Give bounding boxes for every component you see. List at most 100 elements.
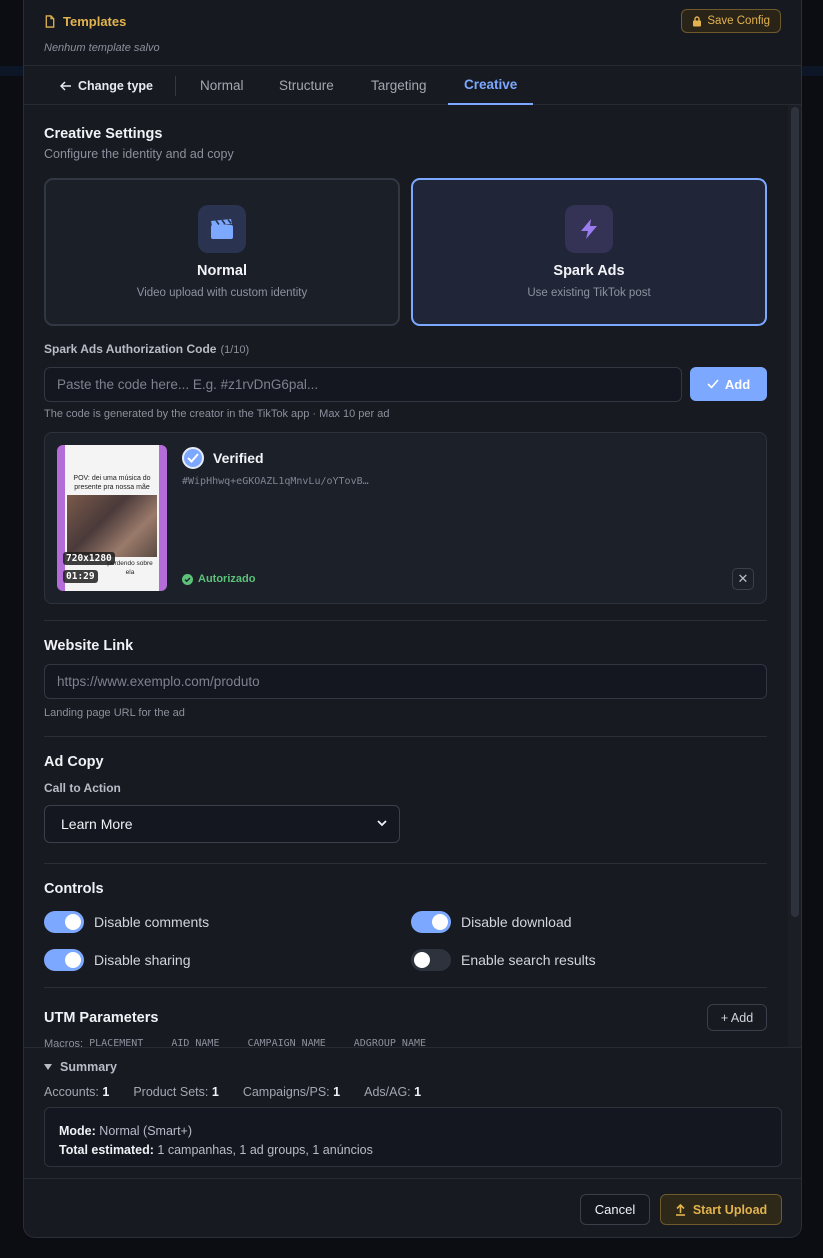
post-thumbnail: POV: dei uma música do presente pra noss… — [57, 445, 167, 591]
controls-title: Controls — [44, 881, 104, 897]
normal-option-name: Normal — [197, 263, 247, 279]
templates-title-label: Templates — [63, 14, 127, 29]
summary-details: Mode: Normal (Smart+) Total estimated: 1… — [44, 1107, 782, 1167]
close-icon: ✕ — [737, 571, 749, 586]
tab-targeting[interactable]: Targeting — [371, 66, 427, 105]
toggle-switch[interactable] — [44, 949, 84, 971]
summary-panel: Summary Accounts: 1 Product Sets: 1 Camp… — [24, 1047, 801, 1178]
change-type-button[interactable]: Change type — [60, 66, 153, 105]
lock-icon — [693, 15, 702, 26]
video-resolution: 720x1280 — [63, 552, 115, 565]
summary-title: Summary — [60, 1060, 117, 1074]
utm-macros: Macros: PLACEMENT AID_NAME CAMPAIGN_NAME… — [44, 1038, 454, 1047]
tab-creative[interactable]: Creative — [448, 66, 534, 105]
authorized-label: Autorizado — [198, 573, 256, 585]
creative-content: Creative Settings Configure the identity… — [24, 105, 801, 1047]
start-upload-button[interactable]: Start Upload — [660, 1194, 782, 1225]
control-label: Enable search results — [461, 952, 596, 968]
check-circle-icon — [182, 573, 193, 585]
tab-normal[interactable]: Normal — [200, 66, 244, 105]
spark-code-label-text: Spark Ads Authorization Code — [44, 342, 217, 356]
control-enable-search-results[interactable]: Enable search results — [411, 949, 596, 971]
cta-select[interactable]: Learn More — [44, 805, 400, 843]
section-divider — [44, 620, 767, 621]
macros-label: Macros: — [44, 1038, 84, 1047]
upload-modal: Templates Nenhum template salvo Save Con… — [23, 0, 802, 1238]
remove-post-button[interactable]: ✕ — [732, 568, 754, 590]
tab-structure[interactable]: Structure — [279, 66, 334, 105]
control-disable-comments[interactable]: Disable comments — [44, 911, 209, 933]
summary-stats: Accounts: 1 Product Sets: 1 Campaigns/PS… — [44, 1085, 421, 1099]
toggle-switch[interactable] — [411, 949, 451, 971]
verified-label: Verified — [213, 450, 264, 466]
cta-selected-value: Learn More — [61, 816, 133, 832]
lightning-icon — [565, 205, 613, 253]
toggle-switch[interactable] — [44, 911, 84, 933]
add-code-label: Add — [724, 376, 751, 392]
section-divider — [44, 987, 767, 988]
stat-ads: Ads/AG: 1 — [364, 1085, 422, 1099]
modal-footer: Cancel Start Upload — [24, 1178, 801, 1237]
tab-bar: Change type Normal Structure Targeting C… — [24, 66, 801, 105]
spark-code-count: (1/10) — [220, 344, 250, 356]
save-config-label: Save Config — [707, 15, 770, 27]
cancel-button[interactable]: Cancel — [580, 1194, 650, 1225]
section-divider — [44, 736, 767, 737]
creative-type-spark-card[interactable]: Spark Ads Use existing TikTok post — [411, 178, 767, 326]
macro-tag[interactable]: ADGROUP_NAME — [354, 1038, 426, 1047]
toggle-switch[interactable] — [411, 911, 451, 933]
caret-down-icon — [44, 1064, 52, 1070]
website-url-hint: Landing page URL for the ad — [44, 707, 185, 719]
templates-empty-text: Nenhum template salvo — [44, 42, 160, 54]
file-icon — [45, 15, 55, 28]
spark-option-desc: Use existing TikTok post — [527, 287, 651, 299]
control-label: Disable sharing — [94, 952, 191, 968]
authorized-status: Autorizado — [182, 573, 255, 585]
add-utm-button[interactable]: + Add — [707, 1004, 767, 1031]
templates-bar: Templates Nenhum template salvo Save Con… — [24, 0, 801, 66]
website-link-title: Website Link — [44, 638, 134, 654]
templates-title: Templates — [44, 14, 126, 29]
control-disable-download[interactable]: Disable download — [411, 911, 572, 933]
thumbnail-caption: POV: dei uma música do presente pra noss… — [73, 475, 151, 491]
ad-copy-title: Ad Copy — [44, 754, 104, 770]
summary-total: Total estimated: 1 campanhas, 1 ad group… — [59, 1143, 373, 1157]
stat-accounts: Accounts: 1 — [44, 1085, 110, 1099]
spark-post-card: POV: dei uma música do presente pra noss… — [44, 432, 767, 604]
creative-settings-title: Creative Settings — [44, 126, 163, 142]
macro-tag[interactable]: AID_NAME — [171, 1038, 219, 1047]
summary-mode: Mode: Normal (Smart+) — [59, 1124, 193, 1138]
macro-tag[interactable]: PLACEMENT — [89, 1038, 143, 1047]
video-duration: 01:29 — [63, 570, 98, 583]
macro-tag[interactable]: CAMPAIGN_NAME — [247, 1038, 325, 1047]
spark-code-hint: The code is generated by the creator in … — [44, 408, 390, 420]
save-config-button[interactable]: Save Config — [681, 9, 781, 33]
section-divider — [44, 863, 767, 864]
spark-code-label: Spark Ads Authorization Code (1/10) — [44, 342, 249, 356]
spark-option-name: Spark Ads — [553, 263, 625, 279]
chevron-down-icon — [377, 820, 387, 827]
tab-separator — [175, 76, 176, 96]
control-label: Disable download — [461, 914, 572, 930]
change-type-label: Change type — [78, 78, 154, 93]
summary-toggle[interactable]: Summary — [44, 1060, 117, 1074]
cta-label: Call to Action — [44, 781, 121, 795]
start-upload-label: Start Upload — [692, 1202, 768, 1217]
normal-option-desc: Video upload with custom identity — [136, 287, 308, 299]
creative-type-normal-card[interactable]: Normal Video upload with custom identity — [44, 178, 400, 326]
thumbnail-photo — [67, 495, 157, 557]
stat-product-sets: Product Sets: 1 — [133, 1085, 219, 1099]
verified-check-icon — [182, 447, 204, 469]
control-disable-sharing[interactable]: Disable sharing — [44, 949, 191, 971]
check-icon — [707, 379, 719, 389]
add-code-button[interactable]: Add — [690, 367, 767, 401]
upload-icon — [675, 1203, 685, 1216]
clapperboard-icon — [198, 205, 246, 253]
stat-campaigns: Campaigns/PS: 1 — [242, 1085, 341, 1099]
control-label: Disable comments — [94, 914, 210, 930]
arrow-left-icon — [60, 80, 71, 91]
spark-code-input[interactable]: Paste the code here... E.g. #z1rvDnG6pal… — [44, 367, 682, 402]
website-url-input[interactable]: https://www.exemplo.com/produto — [44, 664, 767, 699]
verified-status: Verified — [182, 447, 264, 469]
post-auth-code: #WipHhwq+eGKOAZL1qMnvLu/oYTovB… — [182, 476, 369, 487]
